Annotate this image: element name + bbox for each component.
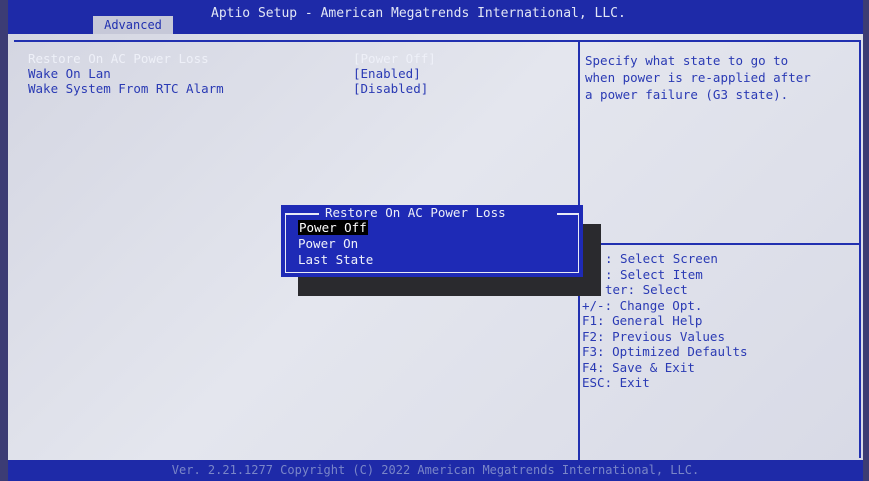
footer-copyright: Ver. 2.21.1277 Copyright (C) 2022 Americ… xyxy=(8,460,863,481)
key-hint: : Select Screen xyxy=(605,251,718,266)
tab-advanced[interactable]: Advanced xyxy=(93,16,173,34)
setting-label-wake-on-lan[interactable]: Wake On Lan xyxy=(28,66,111,81)
help-text-line: Specify what state to go to xyxy=(585,53,789,68)
popup-border xyxy=(285,213,319,215)
key-hint: +/-: Change Opt. xyxy=(582,297,703,313)
header-bar: Aptio Setup - American Megatrends Intern… xyxy=(8,0,863,34)
options-popup[interactable]: Restore On AC Power Loss Power Off Power… xyxy=(281,205,583,277)
setting-value-restore-ac[interactable]: [Power Off] xyxy=(353,51,436,66)
popup-option-last-state[interactable]: Last State xyxy=(298,252,373,267)
key-hint: : Select Item xyxy=(605,266,703,282)
app-title: Aptio Setup - American Megatrends Intern… xyxy=(211,6,626,21)
key-hint: F4: Save & Exit xyxy=(582,359,695,375)
popup-option-power-on[interactable]: Power On xyxy=(298,236,358,251)
key-hint: F2: Previous Values xyxy=(582,328,725,344)
help-text-line: a power failure (G3 state). xyxy=(585,87,789,102)
help-divider xyxy=(580,243,861,245)
popup-title: Restore On AC Power Loss xyxy=(325,205,506,220)
setting-value-wake-on-lan[interactable]: [Enabled] xyxy=(353,66,421,81)
key-hint: ESC: Exit xyxy=(582,375,650,390)
setting-value-wake-rtc[interactable]: [Disabled] xyxy=(353,81,428,96)
popup-border xyxy=(557,213,579,215)
key-hint: F3: Optimized Defaults xyxy=(582,344,748,359)
popup-option-power-off[interactable]: Power Off xyxy=(298,220,368,235)
setting-label-restore-ac[interactable]: Restore On AC Power Loss xyxy=(28,51,209,66)
help-text-line: when power is re-applied after xyxy=(585,70,811,85)
key-hint: ter: Select xyxy=(605,282,688,297)
setting-label-wake-rtc[interactable]: Wake System From RTC Alarm xyxy=(28,81,224,96)
key-hint: F1: General Help xyxy=(582,313,703,328)
key-legend: : Select Screen : Select Item ter: Selec… xyxy=(582,251,748,391)
